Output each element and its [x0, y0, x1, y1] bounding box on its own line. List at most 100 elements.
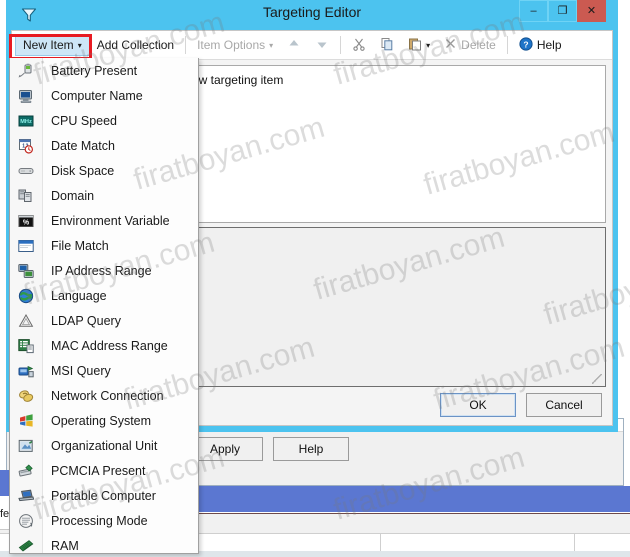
mac-address-range-icon	[10, 333, 42, 358]
menu-item-operating-system[interactable]: Operating System	[10, 408, 198, 433]
background-column-divider	[574, 534, 575, 552]
menu-item-processing-mode[interactable]: Processing Mode	[10, 508, 198, 533]
ram-module-icon	[10, 533, 42, 553]
pcmcia-present-icon	[10, 458, 42, 483]
background-column-divider	[380, 534, 381, 552]
toolbar-separator	[340, 36, 342, 54]
move-up-button[interactable]	[280, 34, 308, 56]
close-icon: ✕	[586, 4, 597, 17]
domain-servers-icon	[10, 183, 42, 208]
toolbar-separator	[185, 36, 187, 54]
menu-item-ldap-query[interactable]: LDAP Query	[10, 308, 198, 333]
menu-item-label: IP Address Range	[51, 263, 152, 278]
menu-item-language[interactable]: Language	[10, 283, 198, 308]
new-item-button[interactable]: New Item ▾	[15, 34, 90, 56]
item-options-button[interactable]: Item Options ▾	[190, 34, 280, 56]
window-controls: – ❐ ✕	[519, 0, 606, 22]
minimize-button[interactable]: –	[519, 0, 548, 22]
arrow-up-icon	[287, 37, 301, 54]
menu-item-label: Date Match	[51, 138, 115, 153]
toolbar: New Item ▾ Add Collection Item Options ▾	[12, 31, 612, 60]
menu-item-msi-query[interactable]: MSI Query	[10, 358, 198, 383]
menu-item-label: Network Connection	[51, 388, 164, 403]
menu-item-ip-address-range[interactable]: IP Address Range	[10, 258, 198, 283]
chevron-down-icon: ▾	[269, 41, 274, 50]
file-match-window-icon	[10, 233, 42, 258]
operating-system-flag-icon	[10, 408, 42, 433]
menu-item-computer-name[interactable]: Computer Name	[10, 83, 198, 108]
cpu-speed-mhz-icon: MHz	[10, 108, 42, 133]
scissors-icon	[352, 37, 366, 54]
dialog-button-row: OK Cancel	[440, 393, 602, 417]
menu-item-list: Battery Present Computer Name MHz CPU Speed…	[10, 58, 198, 553]
help-label: Help	[536, 38, 562, 52]
menu-item-date-match[interactable]: 12 Date Match	[10, 133, 198, 158]
menu-item-portable-computer[interactable]: Portable Computer	[10, 483, 198, 508]
maximize-button[interactable]: ❐	[548, 0, 577, 22]
menu-item-label: Environment Variable	[51, 213, 170, 228]
menu-item-label: Portable Computer	[51, 488, 156, 503]
chevron-down-icon: ▾	[77, 41, 82, 50]
paste-button[interactable]: ▾	[401, 34, 437, 56]
menu-item-environment-variable[interactable]: % Environment Variable	[10, 208, 198, 233]
help-question-icon: ?	[519, 36, 533, 54]
svg-text:?: ?	[523, 39, 528, 49]
desktop-root: OK Cancel Apply Help fer Targeting Edito…	[0, 0, 630, 557]
delete-label: Delete	[461, 38, 496, 52]
menu-item-pcmcia-present[interactable]: PCMCIA Present	[10, 458, 198, 483]
new-item-label: New Item	[23, 38, 74, 52]
svg-text:%: %	[23, 219, 30, 226]
close-button[interactable]: ✕	[577, 0, 606, 22]
cut-button[interactable]	[345, 34, 373, 56]
cancel-button[interactable]: Cancel	[526, 393, 602, 417]
help-button[interactable]: ? Help	[512, 34, 569, 56]
new-item-dropdown-menu[interactable]: Battery Present Computer Name MHz CPU Speed…	[9, 58, 199, 554]
item-options-label: Item Options	[197, 38, 266, 52]
menu-item-network-connection[interactable]: Network Connection	[10, 383, 198, 408]
menu-item-label: File Match	[51, 238, 109, 253]
menu-item-label: RAM	[51, 538, 79, 553]
menu-item-cpu-speed[interactable]: MHz CPU Speed	[10, 108, 198, 133]
menu-item-organizational-unit[interactable]: Organizational Unit	[10, 433, 198, 458]
msi-query-icon	[10, 358, 42, 383]
copy-button[interactable]	[373, 34, 401, 56]
minimize-icon: –	[530, 4, 537, 17]
svg-text:MHz: MHz	[20, 119, 32, 125]
battery-present-icon	[10, 58, 42, 83]
delete-button[interactable]: Delete	[437, 34, 503, 56]
menu-item-label: Language	[51, 288, 107, 303]
environment-variable-percent-icon: %	[10, 208, 42, 233]
arrow-down-icon	[315, 37, 329, 54]
menu-item-label: Operating System	[51, 413, 152, 428]
processing-mode-icon	[10, 508, 42, 533]
ip-address-range-icon	[10, 258, 42, 283]
network-connection-icon	[10, 383, 42, 408]
menu-item-battery-present[interactable]: Battery Present	[10, 58, 198, 83]
menu-item-disk-space[interactable]: Disk Space	[10, 158, 198, 183]
menu-item-domain[interactable]: Domain	[10, 183, 198, 208]
parent-help-button[interactable]: Help	[273, 437, 349, 461]
add-collection-label: Add Collection	[96, 38, 175, 52]
menu-item-label: Organizational Unit	[51, 438, 158, 453]
menu-item-label: CPU Speed	[51, 113, 118, 128]
language-globe-icon	[10, 283, 42, 308]
menu-item-ram[interactable]: RAM	[10, 533, 198, 553]
paste-icon	[408, 37, 422, 54]
menu-item-label: Battery Present	[51, 63, 138, 78]
menu-item-label: Computer Name	[51, 88, 143, 103]
ok-button[interactable]: OK	[440, 393, 516, 417]
toolbar-separator	[506, 36, 508, 54]
add-collection-button[interactable]: Add Collection	[90, 34, 181, 56]
menu-item-file-match[interactable]: File Match	[10, 233, 198, 258]
menu-item-label: MSI Query	[51, 363, 111, 378]
menu-item-mac-address-range[interactable]: MAC Address Range	[10, 333, 198, 358]
chevron-down-icon: ▾	[426, 41, 431, 50]
delete-x-icon	[444, 37, 457, 53]
organizational-unit-icon	[10, 433, 42, 458]
portable-computer-icon	[10, 483, 42, 508]
resize-grip[interactable]	[592, 374, 602, 384]
move-down-button[interactable]	[308, 34, 336, 56]
copy-icon	[380, 37, 394, 54]
menu-item-label: Disk Space	[51, 163, 115, 178]
disk-space-drive-icon	[10, 158, 42, 183]
